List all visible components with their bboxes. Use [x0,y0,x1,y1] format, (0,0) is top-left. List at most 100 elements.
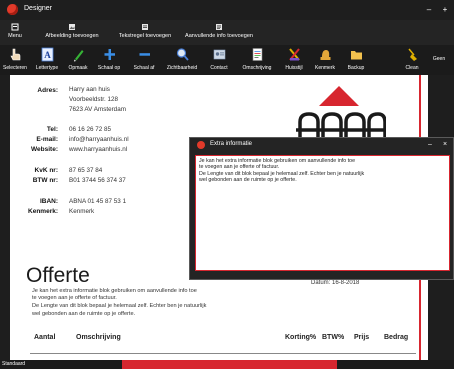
column-bedrag: Bedrag [384,334,409,341]
textarea-line-4: wel gebonden aan de ruimte op je offerte… [199,176,297,183]
broom-icon [407,48,417,61]
scale-up-label: Schaal op [97,65,121,71]
kenmerk-value[interactable]: Kenmerk [69,208,94,215]
add-image-button[interactable]: Afbeelding toevoegen [34,22,110,44]
textarea-content[interactable]: Je kan het extra informatie blok gebruik… [199,158,444,183]
document-text-line-1[interactable]: Je kan het extra informatie blok gebruik… [32,288,197,294]
document-text-line-3[interactable]: De Lengte van dit blok bepaal je helemaa… [32,303,206,309]
svg-text:A: A [44,50,51,60]
minus-icon [139,53,150,56]
contact-button[interactable]: Contact [205,47,233,74]
style-button[interactable]: Huisstijl [280,47,308,74]
address-label: Adres: [37,87,58,94]
address-line-3[interactable]: 7623 AV Amsterdam [69,106,126,113]
app-logo-icon [7,4,18,15]
pen-icon [73,50,83,62]
tel-value[interactable]: 06 16 26 72 85 [69,126,111,133]
font-label: Lettertype [35,65,59,71]
format-label: Opmaak [68,65,88,71]
description-label: Omschrijving [242,65,272,71]
feature-label: Kenmerk [314,65,335,71]
scale-up-button[interactable]: Schaal op [94,47,124,74]
add-text-line-label: Tekstregel toevoegen [118,33,172,39]
title-bar: Designer – + [0,0,454,20]
backup-label: Backup [347,65,365,71]
iban-value[interactable]: ABNA 01 45 87 53 1 [69,198,126,205]
font-button[interactable]: A Lettertype [33,47,61,74]
plus-icon [104,49,115,60]
column-aantal: Aantal [34,334,56,341]
feature-icon [320,50,330,60]
column-btw: BTW% [322,334,345,341]
font-icon: A [41,47,53,62]
column-korting: Korting% [285,334,317,341]
document-text-line-2[interactable]: te voegen aan je offerte of factuur. [32,295,117,301]
status-text: Standaard [0,360,122,369]
style-icon [288,48,300,61]
scale-down-label: Schaal af [133,65,155,71]
menu-label: Menu [8,33,22,39]
backup-button[interactable]: Backup [342,47,370,74]
info-add-icon [216,24,222,30]
status-bar-right [337,360,454,369]
feature-button[interactable]: Kenmerk [311,47,339,74]
kvk-label: KvK nr: [34,167,58,174]
select-button[interactable]: Selecteren [3,47,27,74]
dialog-title-bar[interactable]: Extra informatie – × [190,138,453,152]
add-text-line-button[interactable]: Tekstregel toevoegen [112,22,178,44]
window-title: Designer [24,5,53,12]
website-value[interactable]: www.harryaanhuis.nl [69,146,127,153]
style-label: Huisstijl [285,65,303,71]
btw-label: BTW nr: [32,177,58,184]
canvas-left-margin [0,75,10,360]
document-text-line-4[interactable]: wel gebonden aan de ruimte op je offerte… [32,311,135,317]
extra-info-textarea[interactable]: Je kan het extra informatie blok gebruik… [195,155,450,271]
extra-info-dialog: Extra informatie – × Je kan het extra in… [189,137,454,280]
table-divider [30,353,416,354]
add-info-button[interactable]: Aanvullende info toevoegen [178,22,260,44]
image-add-icon [69,24,75,30]
none-label: Geen [432,56,446,62]
email-value[interactable]: info@harryaanhuis.nl [69,136,129,143]
address-line-2[interactable]: Voorbeeldstr. 128 [69,96,118,103]
kvk-value[interactable]: 87 65 37 84 [69,167,102,174]
dialog-title: Extra informatie [210,141,253,147]
maximize-button[interactable]: + [440,5,450,15]
clean-button[interactable]: Clean [400,47,424,74]
dialog-close-button[interactable]: × [439,139,451,151]
format-button[interactable]: Opmaak [66,47,90,74]
visibility-button[interactable]: Zichtbaarheid [162,47,202,74]
dialog-minimize-button[interactable]: – [424,139,436,151]
menu-button[interactable]: Menu [4,22,26,44]
document-date[interactable]: Datum: 16-8-2018 [311,280,359,286]
tel-label: Tel: [46,126,58,133]
website-label: Website: [31,146,58,153]
house-logo-icon[interactable] [292,84,386,144]
magnifier-icon [176,48,189,61]
description-icon [252,48,262,61]
kenmerk-label: Kenmerk: [28,208,58,215]
main-toolbar: Selecteren A Lettertype Opmaak Schaal op [0,45,454,75]
menu-icon [11,23,19,31]
scale-down-button[interactable]: Schaal af [129,47,159,74]
clean-label: Clean [405,65,419,71]
document-title[interactable]: Offerte [26,264,90,288]
contact-label: Contact [210,65,228,71]
add-info-label: Aanvullende info toevoegen [185,33,253,39]
dialog-logo-icon [197,141,205,149]
designer-window: Designer – + Menu Afbeelding toevoegen T… [0,0,454,369]
btw-value[interactable]: B01 3744 56 374 37 [69,177,126,184]
status-bar: Standaard [0,360,454,369]
description-button[interactable]: Omschrijving [238,47,276,74]
select-label: Selecteren [3,65,27,71]
iban-label: IBAN: [39,198,58,205]
email-label: E-mail: [36,136,58,143]
minimize-button[interactable]: – [424,5,434,15]
address-line-1[interactable]: Harry aan huis [69,86,110,93]
add-image-label: Afbeelding toevoegen [45,33,99,39]
pointer-icon [10,48,20,61]
column-omschrijving: Omschrijving [76,334,121,341]
top-toolbar: Menu Afbeelding toevoegen Tekstregel toe… [0,20,454,45]
text-line-add-icon [142,24,148,30]
folder-icon [350,51,362,60]
